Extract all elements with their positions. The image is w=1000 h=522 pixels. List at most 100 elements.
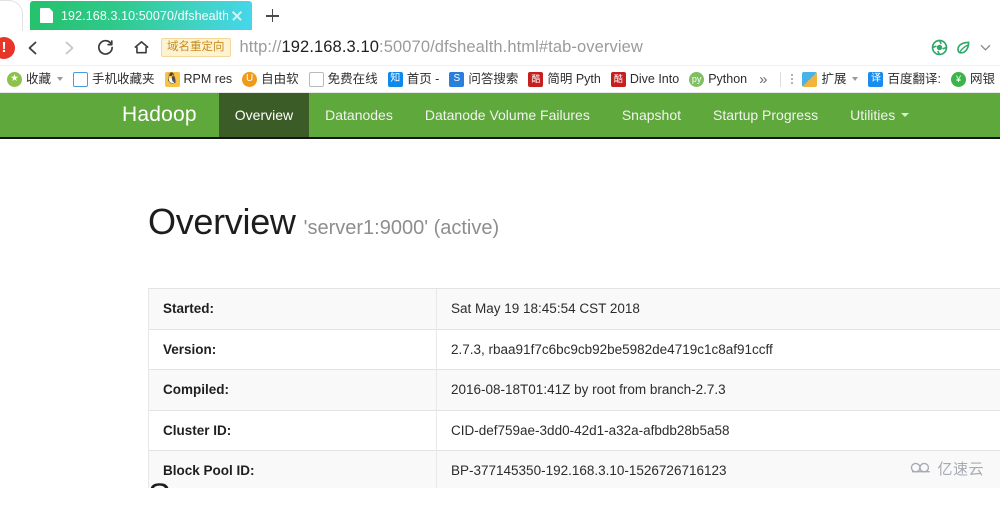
bookmark-item[interactable]: S 问答搜索 — [444, 70, 523, 89]
bookmark-item[interactable]: ★ 收藏 — [2, 70, 68, 89]
bookmark-label: 网银 — [969, 71, 995, 86]
page-container: Overview 'server1:9000' (active) Started:… — [0, 201, 1000, 488]
chevron-down-icon[interactable] — [976, 37, 994, 59]
table-row: Started: Sat May 19 18:45:54 CST 2018 — [148, 288, 1000, 330]
row-value: CID-def759ae-3dd0-42d1-a32a-afbdb28b5a58 — [436, 409, 1000, 451]
tab-strip: 192.168.3.10:50070/dfshealth — [0, 0, 1000, 31]
browser-tab[interactable]: 192.168.3.10:50070/dfshealth — [30, 1, 252, 30]
bookmark-label: 问答搜索 — [468, 71, 519, 86]
bookmark-label: Python — [708, 71, 748, 86]
row-key: Cluster ID: — [148, 409, 437, 451]
new-tab-button[interactable] — [258, 2, 286, 30]
bookmark-item[interactable]: ¥ 网银 — [946, 70, 1000, 89]
bookmark-item[interactable]: 手机收藏夹 — [68, 70, 160, 89]
bookmark-item[interactable]: 扩展 — [797, 70, 863, 89]
row-key: Started: — [148, 288, 437, 330]
table-row: Cluster ID: CID-def759ae-3dd0-42d1-a32a-… — [148, 409, 1000, 451]
bookmark-item[interactable]: 知 首页 - — [383, 70, 445, 89]
home-icon[interactable] — [123, 32, 159, 64]
next-section-heading: S — [148, 477, 171, 488]
bookmark-item[interactable]: py Python — [684, 70, 752, 89]
chevron-down-icon — [901, 113, 910, 117]
table-row: Block Pool ID: BP-377145350-192.168.3.10… — [148, 450, 1000, 488]
chevron-down-icon[interactable] — [57, 77, 64, 81]
nav-label: Utilities — [850, 107, 896, 123]
nav-item-startup-progress[interactable]: Startup Progress — [697, 93, 834, 137]
alert-badge-icon[interactable]: ! — [0, 36, 15, 59]
extension-leaf-icon[interactable] — [952, 37, 974, 59]
bookmark-label: 首页 - — [406, 71, 440, 86]
close-icon[interactable] — [228, 7, 246, 25]
bookmark-item[interactable]: 酷 简明 Pyth — [523, 70, 606, 89]
nav-item-snapshot[interactable]: Snapshot — [606, 93, 697, 137]
shield-icon: ¥ — [950, 71, 966, 87]
row-key: Compiled: — [148, 369, 437, 411]
bookmarks-bar: ★ 收藏 手机收藏夹 🐧 RPM res U 自由软 免费在线 知 首页 - S… — [0, 66, 1000, 93]
hadoop-brand[interactable]: Hadoop — [100, 93, 219, 137]
back-arrow-icon[interactable] — [15, 32, 51, 64]
page-title: Overview 'server1:9000' (active) — [148, 201, 1000, 243]
nav-label: Overview — [234, 107, 294, 123]
bookmarks-overflow-button[interactable]: » — [752, 71, 774, 88]
row-value: 2.7.3, rbaa91f7c6bc9cb92be5982de4719c1c8… — [436, 328, 1000, 370]
page-title-subtitle: 'server1:9000' (active) — [303, 217, 500, 239]
bookmark-label: Dive Into — [629, 71, 680, 86]
bookmark-label: 收藏 — [26, 71, 52, 86]
nav-item-datanode-volume-failures[interactable]: Datanode Volume Failures — [409, 93, 606, 137]
zhihu-icon: 知 — [387, 71, 403, 87]
bookmark-item[interactable]: 译 百度翻译: — [863, 70, 945, 89]
page-content: Hadoop Overview Datanodes Datanode Volum… — [0, 93, 1000, 488]
bookmark-item[interactable]: 酷 Dive Into — [606, 70, 684, 89]
document-icon — [40, 8, 53, 23]
translate-icon: 译 — [868, 71, 884, 87]
url-text: http://192.168.3.10:50070/dfshealth.html… — [240, 38, 643, 57]
redirect-badge: 域名重定向 — [161, 38, 231, 57]
bookmark-label: RPM res — [183, 71, 233, 86]
page-icon — [308, 71, 324, 87]
watermark: 亿速云 — [910, 458, 984, 479]
bookmark-label: 简明 Pyth — [547, 71, 601, 86]
bookmarks-divider — [780, 71, 782, 87]
row-key: Block Pool ID: — [148, 450, 437, 488]
browser-toolbar: ! 域名重定向 http://192.168.3.10:50070/dfshea… — [0, 30, 1000, 66]
bookmark-label: 百度翻译: — [887, 71, 941, 86]
row-value: Sat May 19 18:45:54 CST 2018 — [436, 288, 1000, 330]
favorites-star-icon: ★ — [7, 71, 22, 87]
url-host: 192.168.3.10 — [281, 38, 380, 56]
bookmark-label: 免费在线 — [327, 71, 378, 86]
nav-label: Datanode Volume Failures — [424, 107, 590, 123]
overview-info-table: Started: Sat May 19 18:45:54 CST 2018 Ve… — [148, 288, 1000, 488]
nav-item-datanodes[interactable]: Datanodes — [309, 93, 409, 137]
extension-green-icon[interactable] — [928, 37, 950, 59]
toolbar-actions — [928, 37, 994, 59]
phone-icon — [73, 71, 89, 87]
address-bar[interactable]: 域名重定向 http://192.168.3.10:50070/dfshealt… — [161, 32, 928, 64]
bookmarks-drag-handle[interactable] — [787, 74, 797, 84]
bookmark-label: 手机收藏夹 — [92, 71, 155, 86]
kuku-icon: 酷 — [528, 71, 544, 87]
ubuntu-icon: U — [242, 71, 258, 87]
table-row: Version: 2.7.3, rbaa91f7c6bc9cb92be5982d… — [148, 328, 1000, 370]
nav-item-utilities[interactable]: Utilities — [834, 93, 925, 137]
reload-icon[interactable] — [87, 32, 123, 64]
row-value: 2016-08-18T01:41Z by root from branch-2.… — [436, 369, 1000, 411]
table-row: Compiled: 2016-08-18T01:41Z by root from… — [148, 369, 1000, 411]
bookmark-item[interactable]: 免费在线 — [304, 70, 383, 89]
sogou-icon: S — [449, 71, 465, 87]
python-icon: py — [689, 71, 705, 87]
url-path: :50070/dfshealth.html#tab-overview — [379, 38, 643, 56]
watermark-text: 亿速云 — [937, 461, 984, 478]
hadoop-navbar: Hadoop Overview Datanodes Datanode Volum… — [0, 93, 1000, 139]
nav-item-overview[interactable]: Overview — [218, 93, 310, 137]
bookmark-item[interactable]: U 自由软 — [237, 70, 304, 89]
bookmark-label: 自由软 — [261, 71, 299, 86]
bookmark-item[interactable]: 🐧 RPM res — [160, 70, 238, 89]
browser-chrome: 192.168.3.10:50070/dfshealth ! 域名重定向 htt… — [0, 0, 1000, 93]
kuku-icon: 酷 — [610, 71, 626, 87]
nav-label: Snapshot — [621, 107, 682, 123]
cloud-icon — [910, 460, 932, 478]
chevron-down-icon[interactable] — [852, 77, 859, 81]
row-key: Version: — [148, 328, 437, 370]
tab-title: 192.168.3.10:50070/dfshealth — [61, 8, 228, 23]
forward-arrow-icon — [51, 32, 87, 64]
